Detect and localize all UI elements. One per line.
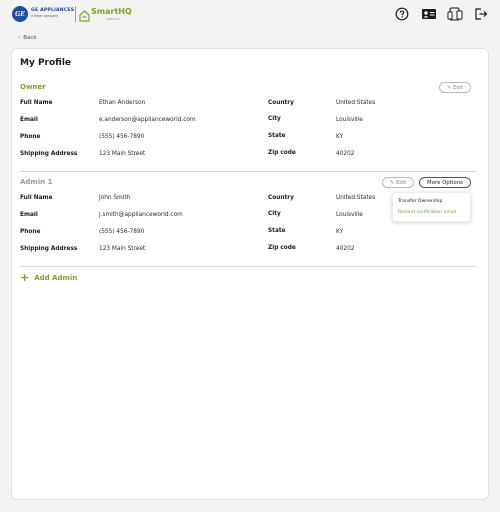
owner-zip-value: 40202 xyxy=(336,151,355,157)
admin1-address-value: 123 Main Street xyxy=(99,246,146,252)
admin1-country-value: United States xyxy=(336,195,376,201)
admin1-country-label: Country xyxy=(268,195,294,201)
owner-zip-label: Zip code xyxy=(268,150,296,156)
admin1-edit-button[interactable]: ✎ Edit xyxy=(382,177,414,188)
brand-name: GE APPLIANCES xyxy=(31,8,75,13)
plus-icon: + xyxy=(20,271,30,284)
admin1-state-label: State xyxy=(268,228,286,234)
admin1-section-title: Admin 1 xyxy=(20,178,53,186)
logout-icon[interactable] xyxy=(474,7,488,21)
ge-logo: GE xyxy=(12,6,28,22)
admin1-phone-label: Phone xyxy=(20,229,41,235)
more-options-menu: Transfer Ownership Resend verification e… xyxy=(392,192,471,222)
admin1-address-label: Shipping Address xyxy=(20,246,78,252)
app-header: GE GE APPLIANCES a Haier company SmartHQ… xyxy=(0,0,500,28)
chevron-left-icon: ‹ xyxy=(18,35,21,41)
add-admin-label: Add Admin xyxy=(34,273,78,282)
add-admin-button[interactable]: + Add Admin xyxy=(20,272,77,283)
admin1-email-label: Email xyxy=(20,212,38,218)
owner-email-value: e.anderson@applianceworld.com xyxy=(99,117,196,123)
admin1-city-value: Louisville xyxy=(336,212,363,218)
admin1-fullname-value: John Smith xyxy=(99,195,131,201)
owner-address-label: Shipping Address xyxy=(20,151,78,157)
admin1-phone-value: (555) 456-7890 xyxy=(99,229,145,235)
admin1-zip-label: Zip code xyxy=(268,245,296,251)
smarthq-name: SmartHQ xyxy=(91,7,132,16)
owner-email-label: Email xyxy=(20,117,38,123)
owner-phone-label: Phone xyxy=(20,134,41,140)
owner-fullname-label: Full Name xyxy=(20,100,53,106)
brand-divider xyxy=(75,6,76,22)
profile-card: My Profile Owner ✎ Edit Full Name Ethan … xyxy=(11,48,489,500)
owner-fullname-value: Ethan Anderson xyxy=(99,100,146,106)
brand-sub: a Haier company xyxy=(31,13,59,18)
admin1-fullname-label: Full Name xyxy=(20,195,53,201)
owner-section-title: Owner xyxy=(20,83,46,91)
owner-country-value: United States xyxy=(336,100,376,106)
menu-item-transfer-ownership[interactable]: Transfer Ownership xyxy=(398,199,442,204)
devices-icon[interactable] xyxy=(447,7,463,21)
owner-city-value: Louisville xyxy=(336,117,363,123)
section-divider xyxy=(20,266,477,267)
contact-card-icon[interactable] xyxy=(421,7,437,21)
section-divider xyxy=(20,171,477,172)
owner-address-value: 123 Main Street xyxy=(99,151,146,157)
more-options-button[interactable]: More Options xyxy=(419,177,471,188)
back-label: Back xyxy=(23,35,37,41)
admin1-email-value: j.smith@applianceworld.com xyxy=(99,212,183,218)
page-title: My Profile xyxy=(20,58,72,68)
owner-state-value: KY xyxy=(336,134,344,140)
smarthq-sub: SERVICE xyxy=(106,17,120,21)
admin1-zip-value: 40202 xyxy=(336,246,355,252)
brand-text: GE APPLIANCES a Haier company xyxy=(31,8,75,18)
smarthq-logo-icon xyxy=(79,7,90,22)
help-icon[interactable] xyxy=(395,7,409,21)
back-link[interactable]: ‹ Back xyxy=(18,35,37,41)
owner-country-label: Country xyxy=(268,100,294,106)
pencil-icon: ✎ xyxy=(446,84,452,91)
admin1-state-value: KY xyxy=(336,229,344,235)
pencil-icon: ✎ xyxy=(389,179,395,186)
menu-item-resend-verification[interactable]: Resend verification email xyxy=(398,210,456,215)
owner-edit-button[interactable]: ✎ Edit xyxy=(439,82,471,93)
admin1-city-label: City xyxy=(268,211,281,217)
owner-state-label: State xyxy=(268,133,286,139)
owner-phone-value: (555) 456-7890 xyxy=(99,134,145,140)
owner-city-label: City xyxy=(268,116,281,122)
